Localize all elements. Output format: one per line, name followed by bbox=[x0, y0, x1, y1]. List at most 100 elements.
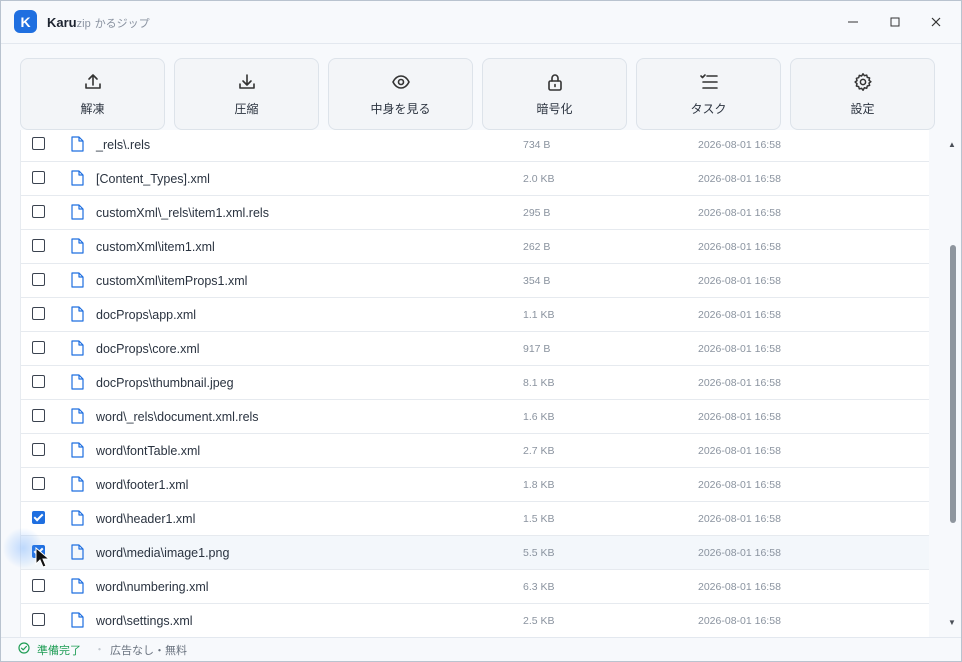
file-row[interactable]: customXml\item1.xml 262 B 2026-08-01 16:58 bbox=[21, 230, 929, 264]
file-name: word\footer1.xml bbox=[96, 478, 189, 492]
file-date: 2026-08-01 16:58 bbox=[698, 275, 781, 287]
file-row[interactable]: docProps\app.xml 1.1 KB 2026-08-01 16:58 bbox=[21, 298, 929, 332]
file-date: 2026-08-01 16:58 bbox=[698, 547, 781, 559]
file-date: 2026-08-01 16:58 bbox=[698, 309, 781, 321]
settings-button[interactable]: 設定 bbox=[790, 58, 935, 130]
file-icon bbox=[71, 238, 84, 254]
view-contents-label: 中身を見る bbox=[370, 101, 431, 116]
file-icon bbox=[71, 204, 84, 220]
file-date: 2026-08-01 16:58 bbox=[698, 513, 781, 525]
scroll-down-icon[interactable]: ▼ bbox=[948, 619, 956, 627]
tasks-button[interactable]: タスク bbox=[636, 58, 781, 130]
vertical-scrollbar[interactable]: ▲ ▼ bbox=[946, 141, 958, 631]
maximize-icon bbox=[890, 17, 900, 27]
lock-icon bbox=[547, 73, 562, 91]
compress-button[interactable]: 圧縮 bbox=[174, 58, 319, 130]
file-icon bbox=[71, 374, 84, 390]
view-contents-button[interactable]: 中身を見る bbox=[328, 58, 473, 130]
file-row[interactable]: word\media\image1.png 5.5 KB 2026-08-01 16… bbox=[21, 536, 929, 570]
file-size: 2.7 KB bbox=[523, 445, 555, 457]
file-icon bbox=[71, 612, 84, 628]
file-size: 1.8 KB bbox=[523, 479, 555, 491]
file-date: 2026-08-01 16:58 bbox=[698, 173, 781, 185]
file-row[interactable]: customXml\_rels\item1.xml.rels 295 B 2026-… bbox=[21, 196, 929, 230]
row-checkbox[interactable] bbox=[32, 273, 45, 286]
file-row[interactable]: customXml\itemProps1.xml 354 B 2026-08-01 … bbox=[21, 264, 929, 298]
file-date: 2026-08-01 16:58 bbox=[698, 139, 781, 151]
app-subtitle: かるジップ bbox=[94, 18, 150, 30]
file-list[interactable]: _rels\.rels 734 B 2026-08-01 16:58 [Content… bbox=[20, 130, 929, 637]
file-date: 2026-08-01 16:58 bbox=[698, 479, 781, 491]
file-row[interactable]: word\header1.xml 1.5 KB 2026-08-01 16:58 bbox=[21, 502, 929, 536]
settings-label: 設定 bbox=[850, 101, 875, 116]
row-checkbox[interactable] bbox=[32, 613, 45, 626]
minimize-icon bbox=[848, 21, 858, 23]
file-date: 2026-08-01 16:58 bbox=[698, 581, 781, 593]
close-button[interactable] bbox=[921, 7, 951, 37]
file-size: 8.1 KB bbox=[523, 377, 555, 389]
status-text: 準備完了 bbox=[37, 645, 81, 657]
task-list-icon bbox=[699, 73, 718, 89]
file-date: 2026-08-01 16:58 bbox=[698, 377, 781, 389]
file-icon bbox=[71, 170, 84, 186]
file-row[interactable]: docProps\thumbnail.jpeg 8.1 KB 2026-08-01 … bbox=[21, 366, 929, 400]
file-row[interactable]: word\fontTable.xml 2.7 KB 2026-08-01 16:58 bbox=[21, 434, 929, 468]
status-bar: 準備完了 ・ 広告なし・無料 bbox=[1, 637, 961, 661]
file-row[interactable]: word\numbering.xml 6.3 KB 2026-08-01 16:58 bbox=[21, 570, 929, 604]
titlebar[interactable]: K Karuzip かるジップ bbox=[1, 1, 961, 44]
file-name: word\media\image1.png bbox=[96, 546, 230, 560]
row-checkbox[interactable] bbox=[32, 579, 45, 592]
file-name: word\_rels\document.xml.rels bbox=[96, 410, 259, 424]
file-row[interactable]: word\_rels\document.xml.rels 1.6 KB 2026-0… bbox=[21, 400, 929, 434]
row-checkbox[interactable] bbox=[32, 307, 45, 320]
file-size: 917 B bbox=[523, 343, 551, 355]
file-size: 1.6 KB bbox=[523, 411, 555, 423]
app-title: Karuzip かるジップ bbox=[47, 15, 150, 31]
file-size: 354 B bbox=[523, 275, 551, 287]
maximize-button[interactable] bbox=[880, 7, 910, 37]
row-checkbox[interactable] bbox=[32, 239, 45, 252]
file-size: 2.0 KB bbox=[523, 173, 555, 185]
file-date: 2026-08-01 16:58 bbox=[698, 207, 781, 219]
compress-label: 圧縮 bbox=[234, 101, 259, 116]
row-checkbox[interactable] bbox=[32, 171, 45, 184]
file-row[interactable]: word\footer1.xml 1.8 KB 2026-08-01 16:58 bbox=[21, 468, 929, 502]
file-name: word\fontTable.xml bbox=[96, 444, 201, 458]
file-row[interactable]: word\settings.xml 2.5 KB 2026-08-01 16:58 bbox=[21, 604, 929, 637]
file-row[interactable]: _rels\.rels 734 B 2026-08-01 16:58 bbox=[21, 130, 929, 162]
file-icon bbox=[71, 476, 84, 492]
scroll-thumb[interactable] bbox=[950, 245, 956, 523]
scroll-up-icon[interactable]: ▲ bbox=[948, 141, 956, 149]
row-checkbox[interactable] bbox=[32, 443, 45, 456]
app-brand: Karu bbox=[47, 15, 77, 30]
row-checkbox[interactable] bbox=[32, 375, 45, 388]
extract-button[interactable]: 解凍 bbox=[20, 58, 165, 130]
encrypt-button[interactable]: 暗号化 bbox=[482, 58, 627, 130]
file-name: [Content_Types].xml bbox=[96, 172, 210, 186]
row-checkbox[interactable] bbox=[32, 511, 45, 524]
file-date: 2026-08-01 16:58 bbox=[698, 411, 781, 423]
file-date: 2026-08-01 16:58 bbox=[698, 241, 781, 253]
file-row[interactable]: docProps\core.xml 917 B 2026-08-01 16:58 bbox=[21, 332, 929, 366]
row-checkbox[interactable] bbox=[32, 477, 45, 490]
gear-icon bbox=[853, 72, 872, 91]
file-size: 6.3 KB bbox=[523, 581, 555, 593]
file-date: 2026-08-01 16:58 bbox=[698, 343, 781, 355]
download-icon bbox=[238, 73, 255, 89]
file-icon bbox=[71, 272, 84, 288]
file-name: customXml\itemProps1.xml bbox=[96, 274, 248, 288]
file-name: _rels\.rels bbox=[96, 138, 151, 152]
file-size: 734 B bbox=[523, 139, 551, 151]
file-icon bbox=[71, 408, 84, 424]
file-icon bbox=[71, 306, 84, 322]
file-row[interactable]: [Content_Types].xml 2.0 KB 2026-08-01 16:5… bbox=[21, 162, 929, 196]
minimize-button[interactable] bbox=[838, 7, 868, 37]
row-checkbox[interactable] bbox=[32, 341, 45, 354]
row-checkbox[interactable] bbox=[32, 137, 45, 150]
file-name: customXml\item1.xml bbox=[96, 240, 215, 254]
file-size: 2.5 KB bbox=[523, 615, 555, 627]
row-checkbox[interactable] bbox=[32, 409, 45, 422]
file-icon bbox=[71, 510, 84, 526]
eye-icon bbox=[391, 74, 410, 89]
row-checkbox[interactable] bbox=[32, 205, 45, 218]
